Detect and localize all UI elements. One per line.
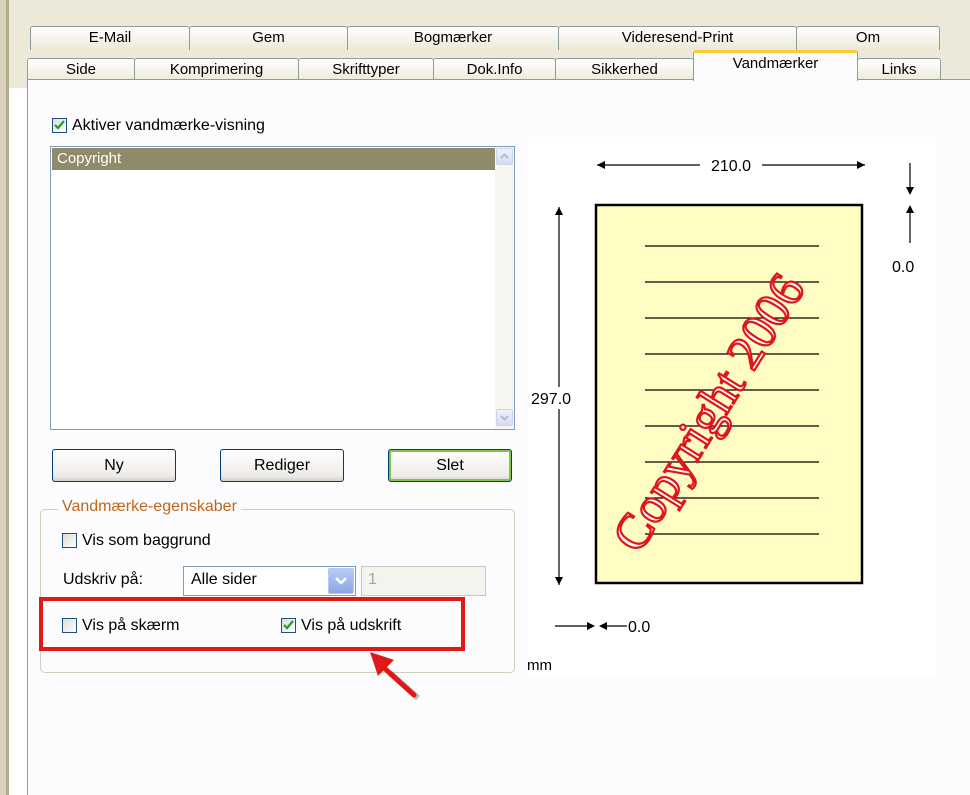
list-scrollbar[interactable] [495, 147, 514, 429]
tab-videresend-print[interactable]: Videresend-Print [558, 26, 797, 50]
top-offset-label: 0.0 [892, 259, 914, 276]
dropdown-button[interactable] [328, 568, 354, 594]
activate-watermark-label: Aktiver vandmærke-visning [72, 117, 265, 134]
arrow-down-icon [555, 577, 563, 585]
watermark-properties-title: Vandmærke-egenskaber [58, 498, 241, 516]
tab-bogmaerker[interactable]: Bogmærker [347, 26, 559, 50]
chevron-down-icon [500, 415, 509, 421]
chevron-down-icon [335, 577, 347, 585]
show-as-background-label: Vis som baggrund [82, 532, 211, 549]
height-label: 297.0 [531, 391, 571, 408]
print-on-value: Alle sider [191, 571, 257, 588]
check-icon [54, 120, 65, 130]
arrow-left-icon [597, 161, 605, 169]
print-on-label: Udskriv på: [63, 571, 144, 588]
tab-links-label: Links [881, 61, 917, 78]
tab-email[interactable]: E-Mail [30, 26, 190, 50]
tab-om-label: Om [855, 29, 881, 46]
annotation-arrow-icon [370, 652, 420, 701]
chevron-up-icon [500, 153, 509, 159]
tab-gem[interactable]: Gem [189, 26, 348, 50]
tab-side-label: Side [65, 61, 97, 78]
show-as-background-checkbox[interactable] [62, 533, 77, 548]
arrow-right-icon [587, 622, 595, 630]
tab-gem-label: Gem [252, 29, 285, 46]
tab-dok-info-label: Dok.Info [466, 61, 523, 78]
tab-om[interactable]: Om [796, 26, 940, 50]
list-item[interactable]: Copyright [52, 148, 496, 170]
tab-email-label: E-Mail [88, 29, 132, 46]
tab-vandmaerker-label: Vandmærker [732, 55, 819, 72]
window-left-border-inner [6, 0, 9, 795]
watermark-listbox[interactable]: Copyright [50, 146, 515, 430]
tab-vandmaerker[interactable]: Vandmærker [693, 50, 858, 81]
tab-bogmaerker-label: Bogmærker [413, 29, 493, 46]
activate-watermark-checkbox[interactable] [52, 118, 67, 133]
arrow-up-icon [906, 205, 914, 213]
watermark-preview: 210.0 297.0 0.0 Copyright 2006 0.0 mm [527, 137, 937, 678]
print-on-select[interactable]: Alle sider [183, 566, 356, 596]
scroll-down-button[interactable] [496, 409, 513, 426]
width-label: 210.0 [711, 158, 751, 175]
delete-button[interactable]: Slet [388, 449, 512, 482]
tab-komprimering-label: Komprimering [169, 61, 264, 78]
preview-canvas: 210.0 297.0 0.0 Copyright 2006 0.0 mm [527, 158, 914, 674]
tab-sikkerhed-label: Sikkerhed [591, 61, 658, 78]
tab-skrifttyper-label: Skrifttyper [332, 61, 400, 78]
left-offset-label: 0.0 [628, 619, 650, 636]
page-number-field[interactable]: 1 [361, 566, 486, 596]
scroll-up-button[interactable] [496, 148, 513, 165]
unit-label: mm [527, 657, 552, 674]
arrow-down-icon [906, 187, 914, 195]
tab-videresend-print-label: Videresend-Print [621, 29, 734, 46]
arrow-left-icon [599, 622, 607, 630]
edit-button[interactable]: Rediger [220, 449, 344, 482]
new-button[interactable]: Ny [52, 449, 176, 482]
arrow-right-icon [857, 161, 865, 169]
arrow-up-icon [555, 207, 563, 215]
